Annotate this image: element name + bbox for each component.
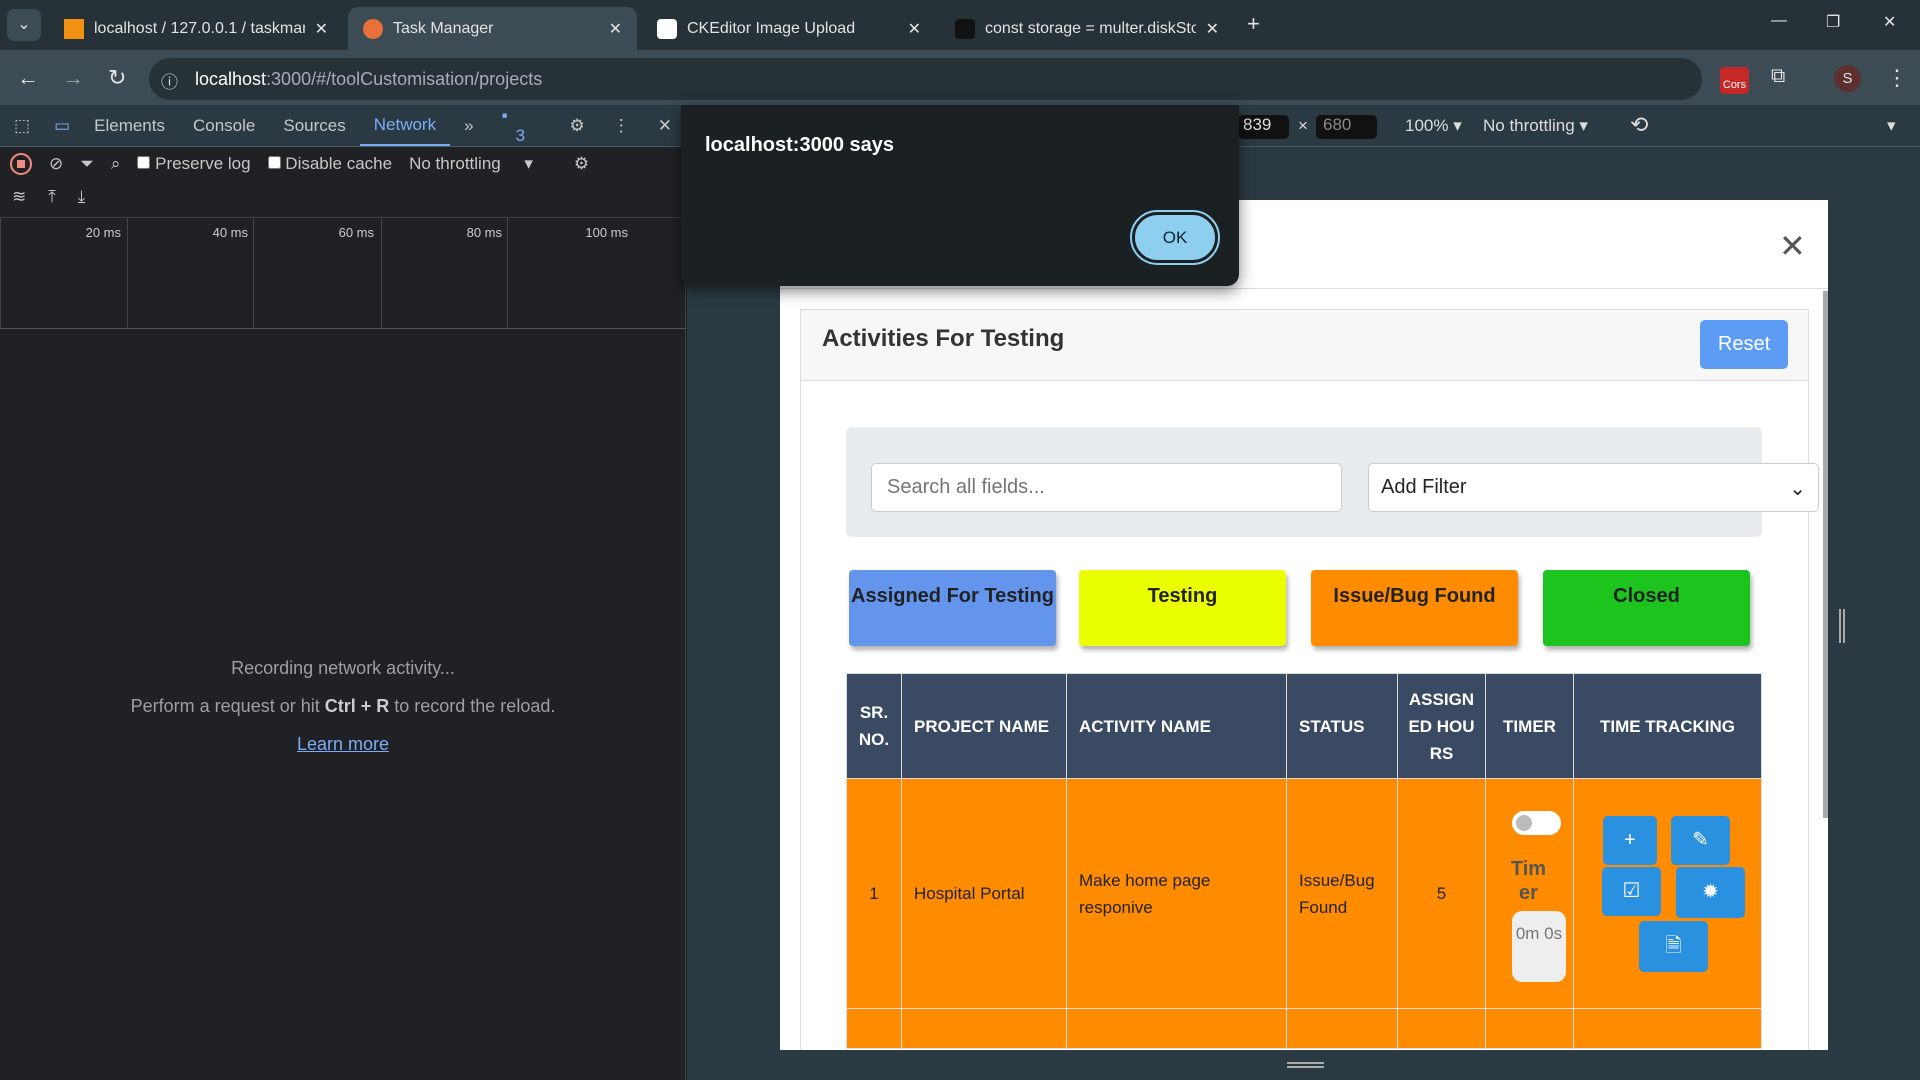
- filter-select[interactable]: Add Filter ⌄: [1368, 463, 1819, 512]
- alert-message: localhost:3000 says: [705, 134, 894, 156]
- rotate-icon[interactable]: ⟲: [1630, 112, 1648, 138]
- minimize-button[interactable]: —: [1771, 12, 1787, 30]
- document-check-icon[interactable]: 🗎: [1639, 921, 1708, 972]
- bottom-resize-handle[interactable]: [1287, 1062, 1324, 1068]
- chevron-down-icon: ⌄: [1789, 478, 1806, 500]
- phpmyadmin-icon: [64, 18, 84, 39]
- edit-icon[interactable]: ✎: [1671, 816, 1730, 865]
- filter-icon[interactable]: ⏷: [80, 154, 94, 174]
- network-conditions-icon[interactable]: ≋: [12, 187, 26, 207]
- search-icon[interactable]: ⌕: [111, 154, 121, 174]
- tab-search-button[interactable]: ⌄: [7, 9, 41, 41]
- settings-icon[interactable]: ⚙: [556, 116, 599, 136]
- back-icon[interactable]: ←: [17, 65, 39, 91]
- menu-icon[interactable]: ⋮: [1886, 65, 1908, 91]
- page-viewport: ✕ Activities For Testing Reset Add Filte…: [780, 200, 1828, 1050]
- close-tab-icon[interactable]: ✕: [609, 19, 622, 39]
- height-input[interactable]: 680: [1316, 115, 1377, 139]
- alert-ok-button[interactable]: OK: [1130, 210, 1220, 265]
- status-testing-button[interactable]: Testing: [1079, 570, 1286, 646]
- openai-icon: [657, 18, 677, 39]
- status-issue-bug-found-button[interactable]: Issue/Bug Found: [1311, 570, 1518, 646]
- zoom-select[interactable]: 100% ▾: [1405, 116, 1462, 136]
- table-row: 1 Hospital Portal Make home page responi…: [846, 778, 1762, 1009]
- throttling-select[interactable]: No throttling ▾: [409, 154, 533, 174]
- new-tab-button[interactable]: +: [1247, 11, 1260, 37]
- close-tab-icon[interactable]: ✕: [1206, 19, 1219, 39]
- search-input[interactable]: [871, 463, 1342, 512]
- status-closed-button[interactable]: Closed: [1543, 570, 1750, 646]
- timer-value: 0m 0s: [1512, 911, 1566, 982]
- network-settings-icon[interactable]: ⚙: [574, 154, 589, 174]
- inspect-icon[interactable]: ⬚: [0, 116, 44, 136]
- issues-badge[interactable]: ▪ 3: [488, 106, 556, 146]
- tab-console[interactable]: Console: [179, 116, 269, 136]
- disable-cache-checkbox[interactable]: Disable cache: [267, 154, 392, 174]
- tab-elements[interactable]: Elements: [80, 116, 179, 136]
- preserve-log-checkbox[interactable]: Preserve log: [137, 154, 251, 174]
- width-input[interactable]: 839: [1238, 115, 1289, 139]
- timer-toggle[interactable]: [1512, 811, 1561, 835]
- timeline-tick: 80 ms: [381, 218, 507, 328]
- clear-icon[interactable]: ⊘: [49, 154, 63, 174]
- device-throttling-select[interactable]: No throttling ▾: [1483, 116, 1588, 136]
- close-tab-icon[interactable]: ✕: [908, 19, 921, 39]
- alert-dialog: localhost:3000 says OK: [681, 105, 1239, 286]
- timeline-tick: 40 ms: [127, 218, 253, 328]
- learn-more-link[interactable]: Learn more: [297, 734, 389, 754]
- network-timeline: 20 ms 40 ms 60 ms 80 ms 100 ms: [0, 218, 686, 329]
- table-header: SR. NO. PROJECT NAME ACTIVITY NAME STATU…: [846, 673, 1762, 779]
- table-row: [846, 1008, 1762, 1049]
- extensions-icon[interactable]: ⧉: [1771, 65, 1785, 88]
- url-input[interactable]: ⓘ localhost:3000/#/toolCustomisation/pro…: [149, 58, 1702, 100]
- browser-tab[interactable]: const storage = multer.diskStor ✕: [940, 7, 1234, 50]
- import-har-icon[interactable]: ⤒: [48, 187, 56, 207]
- calendar-check-icon[interactable]: ☑: [1602, 867, 1661, 916]
- more-tabs-icon[interactable]: »: [450, 116, 487, 136]
- cors-extension-icon[interactable]: Cors: [1720, 67, 1749, 94]
- close-tab-icon[interactable]: ✕: [315, 19, 328, 39]
- status-assigned-for-testing-button[interactable]: Assigned For Testing: [849, 570, 1056, 646]
- browser-tab[interactable]: localhost / 127.0.0.1 / taskmana ✕: [49, 7, 343, 50]
- restore-button[interactable]: ❐: [1826, 12, 1840, 32]
- bug-icon[interactable]: ✹: [1676, 867, 1745, 918]
- resize-handle[interactable]: [1839, 609, 1845, 643]
- device-toggle-icon[interactable]: ▭: [44, 116, 80, 136]
- timer-label: Timer: [1510, 858, 1547, 904]
- network-toolbar: ⊘ ⏷ ⌕ Preserve log Disable cache No thro…: [0, 147, 686, 218]
- tab-network[interactable]: Network: [359, 106, 451, 146]
- reset-button[interactable]: Reset: [1700, 320, 1788, 369]
- device-menu-icon[interactable]: ▾: [1887, 116, 1896, 136]
- github-icon: [955, 18, 975, 39]
- reload-icon[interactable]: ↻: [108, 65, 126, 91]
- close-devtools-icon[interactable]: ✕: [644, 116, 686, 136]
- export-har-icon[interactable]: ⤓: [78, 187, 86, 207]
- add-time-button[interactable]: +: [1603, 816, 1657, 865]
- browser-tab[interactable]: CKEditor Image Upload ✕: [642, 7, 936, 50]
- profile-avatar[interactable]: S: [1834, 65, 1861, 92]
- site-info-icon[interactable]: ⓘ: [161, 68, 178, 93]
- record-stop-icon[interactable]: [10, 153, 32, 175]
- network-empty-state: Recording network activity... Perform a …: [130, 658, 556, 754]
- calendar-icon: [363, 18, 383, 39]
- modal-scrollbar[interactable]: [1823, 291, 1828, 818]
- more-icon[interactable]: ⋮: [599, 116, 644, 136]
- devtools-toolbar: ⬚ ▭ Elements Console Sources Network » ▪ …: [0, 105, 686, 147]
- modal-close-icon[interactable]: ✕: [1779, 227, 1806, 265]
- timeline-tick: 20 ms: [0, 218, 126, 328]
- modal-title: Activities For Testing: [822, 325, 1065, 352]
- forward-icon[interactable]: →: [62, 65, 84, 91]
- browser-tab-bar: ⌄ localhost / 127.0.0.1 / taskmana ✕ Task…: [0, 0, 1920, 50]
- close-window-button[interactable]: ✕: [1883, 12, 1896, 32]
- activities-table: SR. NO. PROJECT NAME ACTIVITY NAME STATU…: [846, 673, 1762, 1049]
- tab-sources[interactable]: Sources: [269, 116, 359, 136]
- timeline-tick: 60 ms: [253, 218, 379, 328]
- browser-tab-active[interactable]: Task Manager ✕: [348, 7, 637, 50]
- timeline-tick: 100 ms: [507, 218, 633, 328]
